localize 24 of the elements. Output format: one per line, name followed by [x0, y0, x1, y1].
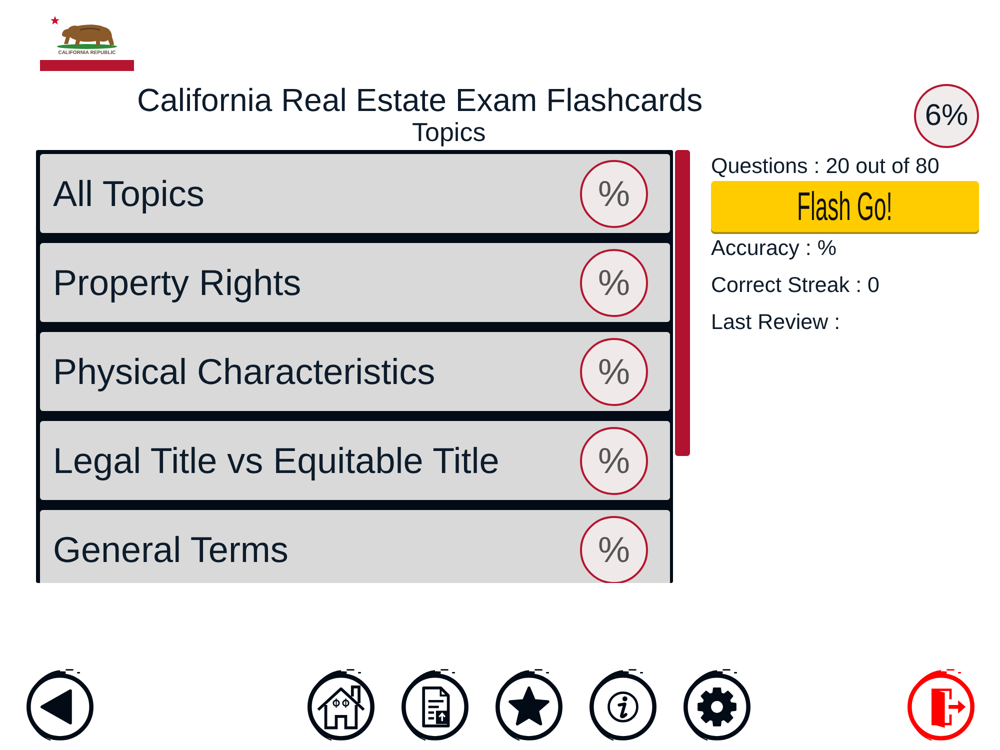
topic-label: General Terms	[53, 528, 290, 570]
accuracy-text: Accuracy : %	[711, 236, 836, 260]
topic-row[interactable]: Physical Characteristics %	[40, 332, 670, 411]
score-badge: %	[580, 516, 648, 583]
score-badge: %	[580, 248, 648, 316]
topic-label: All Topics	[53, 172, 206, 214]
section-title: Topics	[412, 118, 486, 146]
topic-label: Property Rights	[53, 262, 302, 304]
streak-text: Correct Streak : 0	[711, 273, 880, 297]
progress-badge: 6%	[914, 84, 979, 148]
topic-row[interactable]: All Topics %	[40, 154, 670, 233]
topic-row[interactable]: General Terms %	[40, 510, 670, 583]
questions-count: Questions : 20 out of 80	[711, 154, 940, 178]
flash-go-button[interactable]: Flash Go!	[711, 181, 979, 232]
last-review-text: Last Review :	[711, 310, 840, 334]
topic-row[interactable]: Legal Title vs Equitable Title %	[40, 421, 670, 500]
topic-label: Physical Characteristics	[53, 350, 436, 392]
score-badge: %	[580, 426, 648, 494]
score-badge: %	[580, 338, 648, 406]
score-badge: %	[580, 160, 648, 228]
app-title: California Real Estate Exam Flashcards	[137, 82, 703, 118]
topic-label: Legal Title vs Equitable Title	[53, 440, 500, 482]
topic-row[interactable]: Property Rights %	[40, 243, 670, 322]
scrollbar[interactable]	[675, 150, 690, 456]
